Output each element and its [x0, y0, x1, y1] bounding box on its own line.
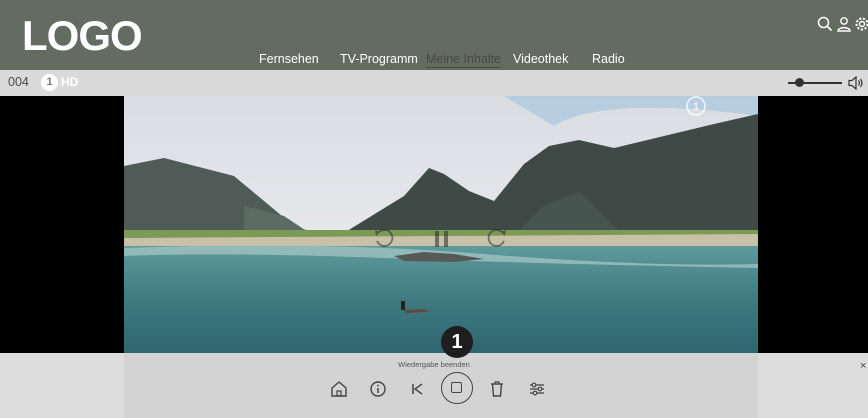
- stop-button[interactable]: [441, 372, 473, 404]
- close-icon[interactable]: ×: [860, 360, 866, 372]
- skip-back-icon[interactable]: [406, 378, 428, 400]
- settings-sliders-icon[interactable]: [526, 378, 548, 400]
- user-icon[interactable]: [836, 16, 852, 32]
- header-bar: LOGO Fernsehen TV-Programm Meine Inhalte…: [0, 0, 868, 70]
- video-still: [124, 96, 758, 353]
- home-icon[interactable]: [328, 378, 350, 400]
- svg-text:1: 1: [693, 101, 699, 113]
- info-icon[interactable]: [367, 378, 389, 400]
- stop-icon: [451, 382, 462, 393]
- search-icon[interactable]: [817, 16, 833, 32]
- forward-icon[interactable]: [484, 228, 508, 250]
- video-frame[interactable]: [124, 96, 758, 353]
- nav-item-meine-inhalte[interactable]: Meine Inhalte: [426, 52, 502, 68]
- trash-icon[interactable]: [486, 378, 508, 400]
- gear-icon[interactable]: [854, 16, 868, 32]
- channel-quality-badge: HD: [61, 75, 79, 89]
- logo: LOGO: [22, 12, 143, 59]
- nav-item-videothek[interactable]: Videothek: [513, 52, 568, 66]
- channel-watermark: 1: [684, 96, 708, 124]
- volume-slider-handle[interactable]: [795, 78, 804, 87]
- annotation-marker: 1: [441, 326, 473, 358]
- pause-icon[interactable]: [430, 228, 454, 250]
- nav-item-fernsehen[interactable]: Fernsehen: [259, 52, 319, 66]
- nav-item-tv-programm[interactable]: TV-Programm: [340, 52, 418, 66]
- volume-icon[interactable]: [848, 76, 864, 90]
- channel-bar: 004 1 HD: [0, 70, 868, 96]
- channel-logo: 1: [41, 74, 58, 91]
- channel-number: 004: [8, 75, 29, 89]
- rewind-icon[interactable]: [373, 228, 397, 250]
- tooltip-text: Wiedergabe beenden: [398, 360, 470, 369]
- nav-item-radio[interactable]: Radio: [592, 52, 625, 66]
